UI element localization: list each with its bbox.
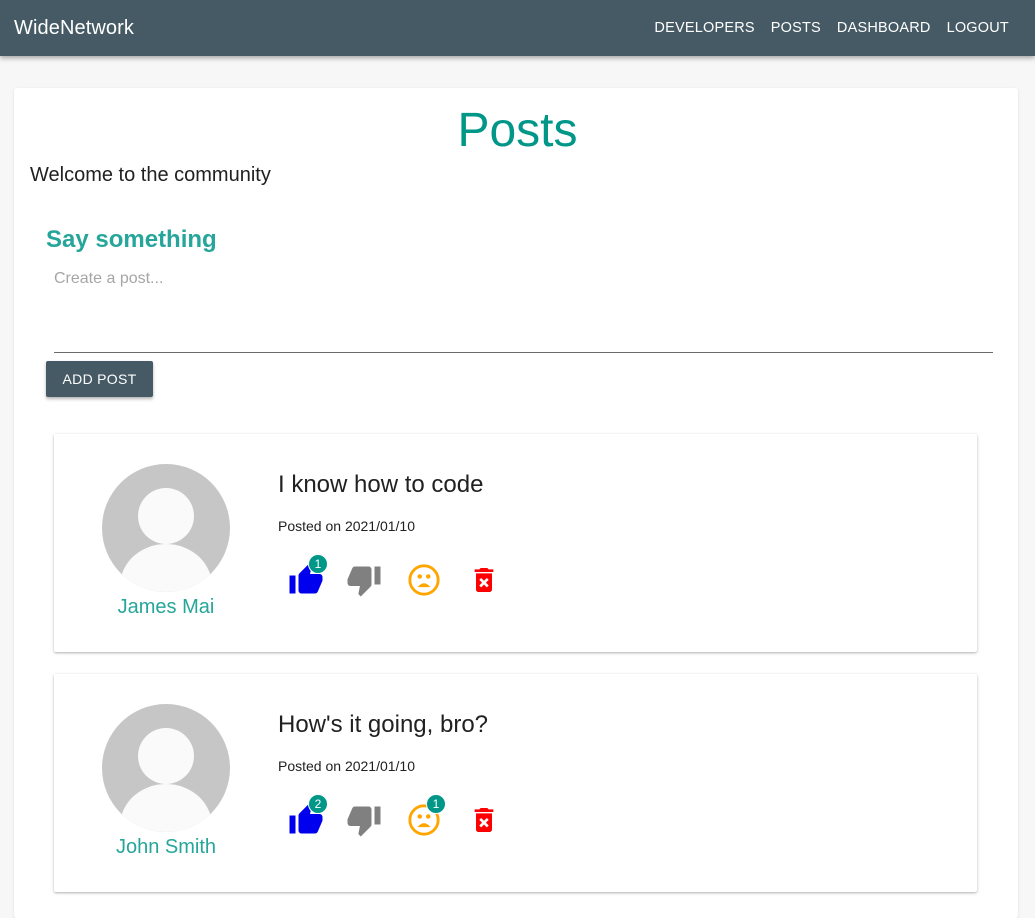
avatar[interactable] [102,464,230,592]
post-date: Posted on 2021/01/10 [278,518,416,534]
navbar: WideNetwork DEVELOPERS POSTS DASHBOARD L… [0,0,1035,56]
like-count-badge: 2 [308,794,328,814]
reaction-count-badge: 1 [426,794,446,814]
delete-button[interactable] [464,560,504,600]
post-actions: 2 1 [278,794,578,840]
page-title: Posts [457,104,578,157]
post-card: James Mai I know how to code Posted on 2… [54,434,977,652]
avatar[interactable] [102,704,230,832]
thumbs-down-icon [347,566,381,597]
thumbs-down-icon [347,806,381,837]
like-button[interactable]: 1 [286,554,328,600]
brand-logo[interactable]: WideNetwork [14,17,134,40]
post-date: Posted on 2021/01/10 [278,758,416,774]
nav-logout[interactable]: LOGOUT [939,20,1021,36]
dislike-button[interactable] [344,560,384,600]
nav-developers[interactable]: DEVELOPERS [646,20,762,36]
welcome-text: Welcome to the community [30,164,271,186]
reaction-button[interactable] [404,560,444,600]
nav-posts[interactable]: POSTS [763,20,829,36]
post-actions: 1 [278,554,578,600]
add-post-button[interactable]: ADD POST [46,361,153,397]
dislike-button[interactable] [344,800,384,840]
delete-button[interactable] [464,800,504,840]
like-count-badge: 1 [308,554,328,574]
post-author[interactable]: John Smith [54,836,278,859]
nav-links: DEVELOPERS POSTS DASHBOARD LOGOUT [646,20,1021,36]
post-author[interactable]: James Mai [54,596,278,619]
user-avatar-icon [120,488,212,592]
reaction-button[interactable]: 1 [404,794,446,840]
user-avatar-icon [120,728,212,832]
trash-icon [474,568,494,592]
composer-heading: Say something [46,226,217,253]
nav-dashboard[interactable]: DASHBOARD [829,20,939,36]
emoji-icon [408,564,440,596]
post-text: How's it going, bro? [278,711,489,738]
trash-icon [474,808,494,832]
post-text: I know how to code [278,471,484,498]
like-button[interactable]: 2 [286,794,328,840]
post-input[interactable] [54,266,993,353]
post-card: John Smith How's it going, bro? Posted o… [54,674,977,892]
